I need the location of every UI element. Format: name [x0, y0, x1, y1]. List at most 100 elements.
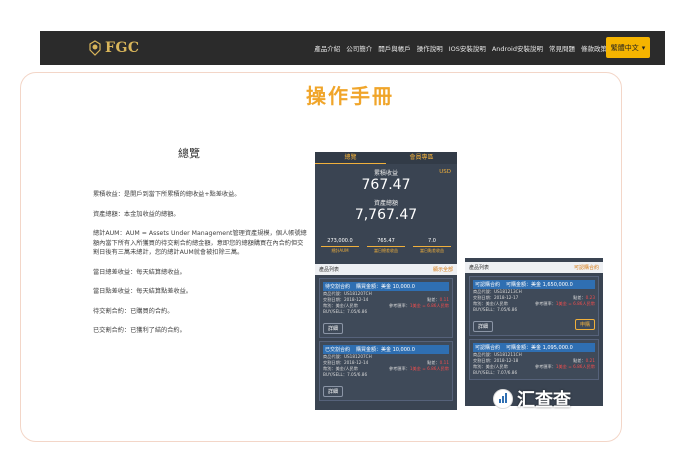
- nav-item-faq[interactable]: 常見問題: [549, 43, 575, 53]
- subscribe-button[interactable]: 申購: [574, 319, 595, 330]
- stats-row: 273,000.0 總計AUM 765.47 當日總差收益 7.0 當日點差收益: [315, 238, 457, 254]
- top-navbar: FGC 產品介紹 公司簡介 開戶與帳戶 操作說明 IOS安裝說明 Android…: [40, 31, 665, 65]
- card-row: BUY/SELL：7.05/6.86: [323, 309, 449, 315]
- product-list-bar: 產品列表 顯示全部: [315, 264, 457, 275]
- filter-dropdown[interactable]: 可認購合約: [574, 264, 599, 271]
- stat-value: 273,000.0: [327, 238, 353, 244]
- ref-value: 1美金 = 6.86人民幣: [409, 303, 449, 308]
- card-buysell: BUY/SELL：7.05/6.86: [323, 372, 368, 377]
- definitions-list: 累積收益：是開戶到當下所累積的總收益+點差收益。 資產總額：本金加收益的總額。 …: [93, 190, 308, 346]
- spread-label: 點差：: [427, 297, 440, 302]
- card-buysell: BUY/SELL：7.05/6.86: [323, 309, 368, 314]
- stat-aum: 273,000.0 總計AUM: [317, 238, 363, 254]
- nav-item-products[interactable]: 產品介紹: [314, 43, 340, 53]
- detail-button[interactable]: 詳細: [323, 323, 344, 334]
- card-ref: 參考匯率：1美金 = 6.86人民幣: [535, 301, 595, 307]
- asset-label: 資產總額: [373, 200, 398, 207]
- main-nav: 產品介紹 公司簡介 開戶與帳戶 操作說明 IOS安裝說明 Android安裝說明…: [314, 43, 607, 53]
- definition-item: 累積收益：是開戶到當下所累積的總收益+點差收益。: [93, 191, 241, 198]
- card-buysell: BUY/SELL：7.05/6.86: [473, 307, 518, 312]
- card-ref: 參考匯率：1美金 = 6.86人民幣: [535, 364, 595, 370]
- nav-item-manual[interactable]: 操作說明: [417, 43, 443, 53]
- product-list-bar: 產品列表 可認購合約: [465, 262, 603, 273]
- ref-label: 參考匯率：: [388, 303, 410, 308]
- spread-value: 0.21: [585, 358, 595, 363]
- card-row: BUY/SELL：7.05/6.86: [473, 307, 595, 313]
- card-status: 可認購合約: [475, 345, 501, 351]
- spread-value: 0.11: [439, 297, 449, 302]
- ref-label: 參考匯率：: [388, 366, 410, 371]
- contract-card: 可認購合約 可購金額：美金 1,650,000.0 商品代號：US181213C…: [469, 276, 599, 336]
- card-status: 已交割合約: [325, 347, 351, 353]
- spread-label: 點差：: [573, 358, 586, 363]
- language-label: 繁體中文: [610, 43, 639, 52]
- stat-daily-spread: 7.0 當日點差收益: [409, 238, 455, 254]
- tab-overview[interactable]: 總覽: [315, 152, 386, 164]
- contract-card: 已交割合約 購買金額：美金 10,000.0 商品代號：US181207CH 交…: [319, 341, 453, 401]
- stat-label: 當日總差收益: [367, 246, 405, 254]
- ref-value: 1美金 = 6.86人民幣: [409, 366, 449, 371]
- spread-label: 點差：: [573, 295, 586, 300]
- card-row: BUY/SELL：7.05/6.86: [323, 372, 449, 378]
- nav-item-android[interactable]: Android安裝說明: [492, 43, 543, 53]
- spread-value: 0.11: [439, 360, 449, 365]
- card-header: 可認購合約 可購金額：美金 1,095,000.0: [473, 343, 595, 352]
- lion-emblem-icon: [89, 40, 101, 56]
- app-screenshot-overview: 總覽 會員專區 累積收益 USD 767.47 資產總額 7,767.47 27…: [315, 152, 457, 410]
- ref-label: 參考匯率：: [534, 364, 556, 369]
- accum-label: 累積收益: [373, 170, 398, 177]
- nav-item-ios[interactable]: IOS安裝說明: [449, 43, 486, 53]
- stat-daily-total: 765.47 當日總差收益: [363, 238, 409, 254]
- watermark: 汇查查: [493, 386, 571, 412]
- card-header: 待交割合約 購買金額：美金 10,000.0: [323, 282, 449, 291]
- stat-value: 765.47: [377, 238, 395, 244]
- contract-card: 待交割合約 購買金額：美金 10,000.0 商品代號：US181207CH 交…: [319, 278, 453, 338]
- definition-item: 當日點差收益：每天結算點差收益。: [93, 288, 192, 295]
- card-buysell: BUY/SELL：7.07/6.86: [473, 370, 518, 375]
- ref-value: 1美金 = 6.86人民幣: [555, 364, 595, 369]
- card-status: 待交割合約: [325, 284, 351, 290]
- card-amount: 購買金額：美金 10,000.0: [356, 347, 415, 353]
- watermark-text: 汇查查: [517, 390, 571, 411]
- card-header: 已交割合約 購買金額：美金 10,000.0: [323, 345, 449, 354]
- product-list-label: 產品列表: [319, 267, 340, 273]
- definition-item: 已交割合約：已獲利了結的合約。: [93, 327, 186, 334]
- currency-label: USD: [439, 169, 451, 175]
- brand-logo-text: FGC: [105, 40, 140, 56]
- section-title: 總覽: [178, 147, 200, 160]
- page-title: 操作手冊: [306, 84, 394, 108]
- definition-item: 資產總額：本金加收益的總額。: [93, 210, 180, 218]
- detail-button[interactable]: 詳細: [473, 321, 494, 332]
- stat-label: 當日點差收益: [413, 246, 451, 254]
- card-ref: 參考匯率：1美金 = 6.86人民幣: [389, 303, 449, 309]
- tab-member[interactable]: 會員專區: [386, 152, 457, 164]
- definition-item: 待交割合約：已購買的合約。: [93, 307, 174, 315]
- bar-chart-icon: [493, 389, 513, 409]
- stat-label: 總計AUM: [321, 246, 359, 254]
- contract-card: 可認購合約 可購金額：美金 1,095,000.0 商品代號：US181211C…: [469, 339, 599, 380]
- card-ref: 參考匯率：1美金 = 6.86人民幣: [389, 366, 449, 372]
- definition-item: 總計AUM：AUM = Assets Under Management管理資產規…: [93, 230, 307, 256]
- filter-dropdown[interactable]: 顯示全部: [433, 266, 453, 273]
- brand-logo[interactable]: FGC: [88, 39, 140, 57]
- nav-item-account[interactable]: 開戶與帳戶: [378, 43, 411, 53]
- spread-label: 點差：: [427, 360, 440, 365]
- asset-value: 7,767.47: [354, 207, 418, 223]
- app-screenshot-products: 產品列表 可認購合約 可認購合約 可購金額：美金 1,650,000.0 商品代…: [465, 258, 603, 406]
- ref-value: 1美金 = 6.86人民幣: [555, 301, 595, 306]
- nav-item-terms[interactable]: 條款政策: [581, 43, 607, 53]
- spread-value: 0.23: [585, 295, 595, 300]
- product-list-label: 產品列表: [469, 265, 490, 271]
- card-amount: 購買金額：美金 10,000.0: [356, 284, 415, 290]
- nav-item-company[interactable]: 公司簡介: [346, 43, 372, 53]
- language-dropdown[interactable]: 繁體中文 ▾: [606, 37, 650, 58]
- definition-item: 當日總差收益：每天結算總收益。: [93, 268, 186, 276]
- card-status: 可認購合約: [475, 282, 501, 288]
- ref-label: 參考匯率：: [534, 301, 556, 306]
- detail-button[interactable]: 詳細: [323, 386, 344, 397]
- caret-down-icon: ▾: [641, 43, 646, 52]
- card-row: BUY/SELL：7.07/6.86: [473, 370, 595, 376]
- stat-value: 7.0: [428, 238, 436, 244]
- accum-value: 767.47: [361, 177, 411, 193]
- card-amount: 可購金額：美金 1,095,000.0: [506, 345, 573, 351]
